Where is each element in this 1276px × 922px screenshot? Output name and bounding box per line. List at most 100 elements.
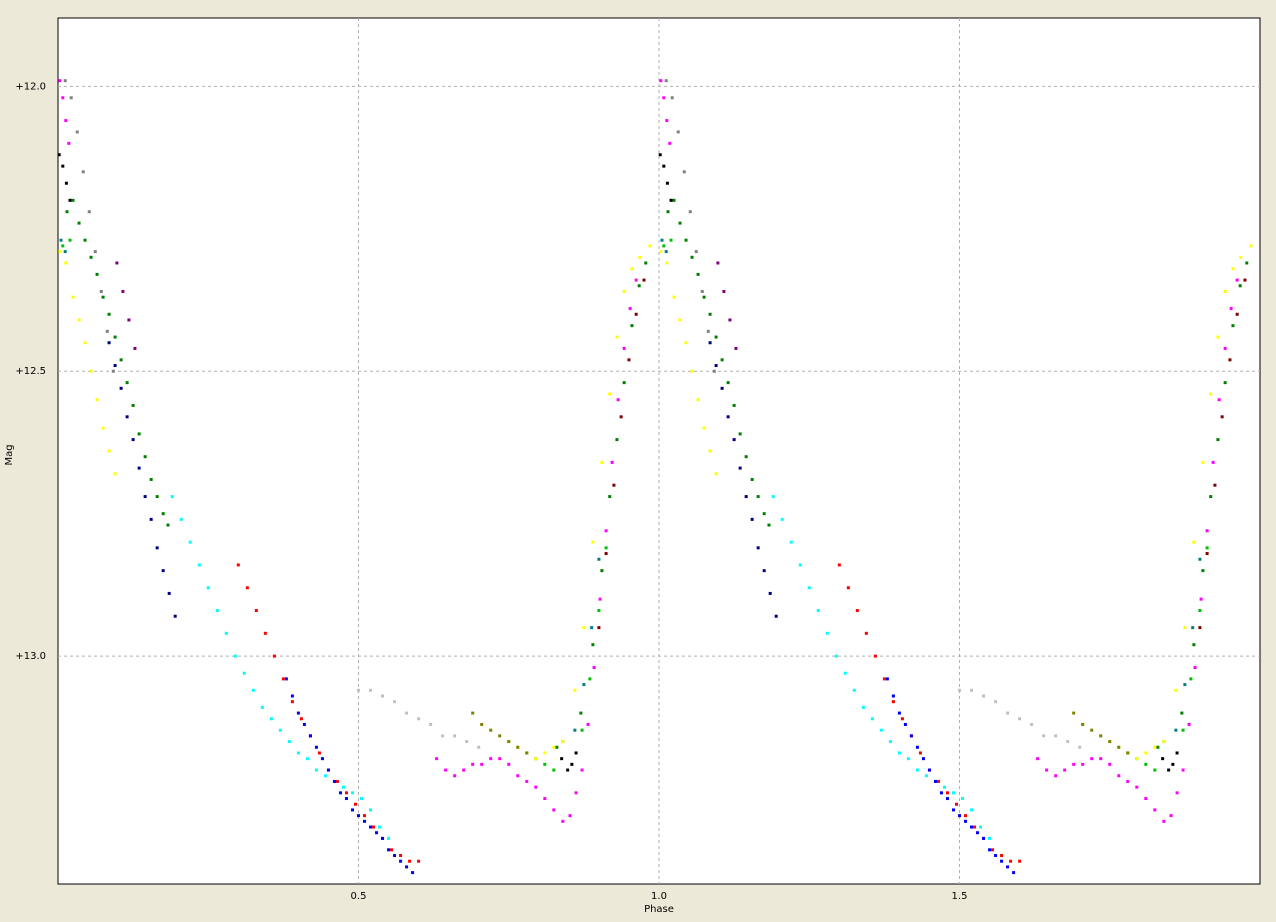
data-point [64, 181, 68, 185]
data-point [399, 854, 403, 858]
data-point [63, 250, 67, 254]
data-point [1205, 546, 1209, 550]
data-point [750, 517, 754, 521]
data-point [338, 791, 342, 795]
data-point [888, 740, 892, 744]
data-point [350, 791, 354, 795]
data-point [489, 728, 493, 732]
data-point [137, 432, 141, 436]
data-point [696, 398, 700, 402]
data-point [604, 529, 608, 533]
data-point [716, 261, 720, 265]
data-point [555, 745, 559, 749]
data-point [816, 609, 820, 613]
data-point [1006, 711, 1010, 715]
data-point [870, 717, 874, 721]
data-point [994, 700, 998, 704]
data-point [1012, 871, 1016, 875]
data-point [435, 757, 439, 761]
data-point [1181, 728, 1185, 732]
data-point [918, 751, 922, 755]
data-point [1223, 346, 1227, 350]
data-point [326, 768, 330, 772]
data-point [597, 557, 601, 561]
data-point [68, 198, 72, 202]
data-point [1209, 495, 1213, 499]
data-point [834, 654, 838, 658]
data-point [789, 540, 793, 544]
data-point [260, 705, 264, 709]
data-point [1171, 762, 1175, 766]
data-point [732, 403, 736, 407]
data-point [375, 831, 379, 835]
data-point [1099, 757, 1103, 761]
data-point [498, 757, 502, 761]
data-point [405, 711, 409, 715]
data-point [906, 757, 910, 761]
data-point [897, 751, 901, 755]
data-point [615, 335, 619, 339]
data-point [582, 683, 586, 687]
data-point [296, 711, 300, 715]
data-point [387, 836, 391, 840]
data-point [534, 757, 538, 761]
data-point [979, 825, 983, 829]
data-point [744, 455, 748, 459]
data-point [573, 688, 577, 692]
data-point [1090, 728, 1094, 732]
data-point [71, 295, 75, 299]
data-point [393, 700, 397, 704]
data-point [706, 329, 710, 333]
data-point [344, 791, 348, 795]
data-point [1220, 415, 1224, 419]
data-point [600, 460, 604, 464]
data-point [672, 295, 676, 299]
data-point [1217, 398, 1221, 402]
data-point [381, 836, 385, 840]
data-point [480, 762, 484, 766]
data-point [1117, 774, 1121, 778]
data-point [1187, 722, 1191, 726]
data-point [622, 289, 626, 293]
data-point [1054, 774, 1058, 778]
data-point [672, 198, 676, 202]
data-point [597, 626, 601, 630]
data-point [610, 460, 614, 464]
data-point [1081, 722, 1085, 726]
data-point [408, 859, 412, 863]
data-point [381, 694, 385, 698]
data-point [988, 848, 992, 852]
data-point [566, 768, 570, 772]
data-point [690, 369, 694, 373]
data-point [964, 814, 968, 818]
data-point [1235, 278, 1239, 282]
data-point [63, 79, 67, 83]
data-point [233, 654, 237, 658]
data-point [317, 751, 321, 755]
data-point [552, 745, 556, 749]
data-point [417, 717, 421, 721]
data-point [1018, 717, 1022, 721]
data-point [973, 825, 977, 829]
data-point [290, 694, 294, 698]
data-point [236, 563, 240, 567]
data-point [215, 609, 219, 613]
data-point [1229, 307, 1233, 311]
data-point [1072, 711, 1076, 715]
data-point [477, 745, 481, 749]
data-point [1000, 859, 1004, 863]
x-tick-label: 0.5 [351, 891, 367, 902]
data-point [93, 250, 97, 254]
data-point [936, 779, 940, 783]
data-point [720, 358, 724, 362]
x-tick-label: 1.5 [952, 891, 968, 902]
data-point [143, 495, 147, 499]
data-point [688, 210, 692, 214]
data-point [119, 358, 123, 362]
data-point [1072, 762, 1076, 766]
data-point [61, 164, 65, 168]
data-point [284, 677, 288, 681]
data-point [206, 586, 210, 590]
data-point [251, 688, 255, 692]
data-point [861, 705, 865, 709]
